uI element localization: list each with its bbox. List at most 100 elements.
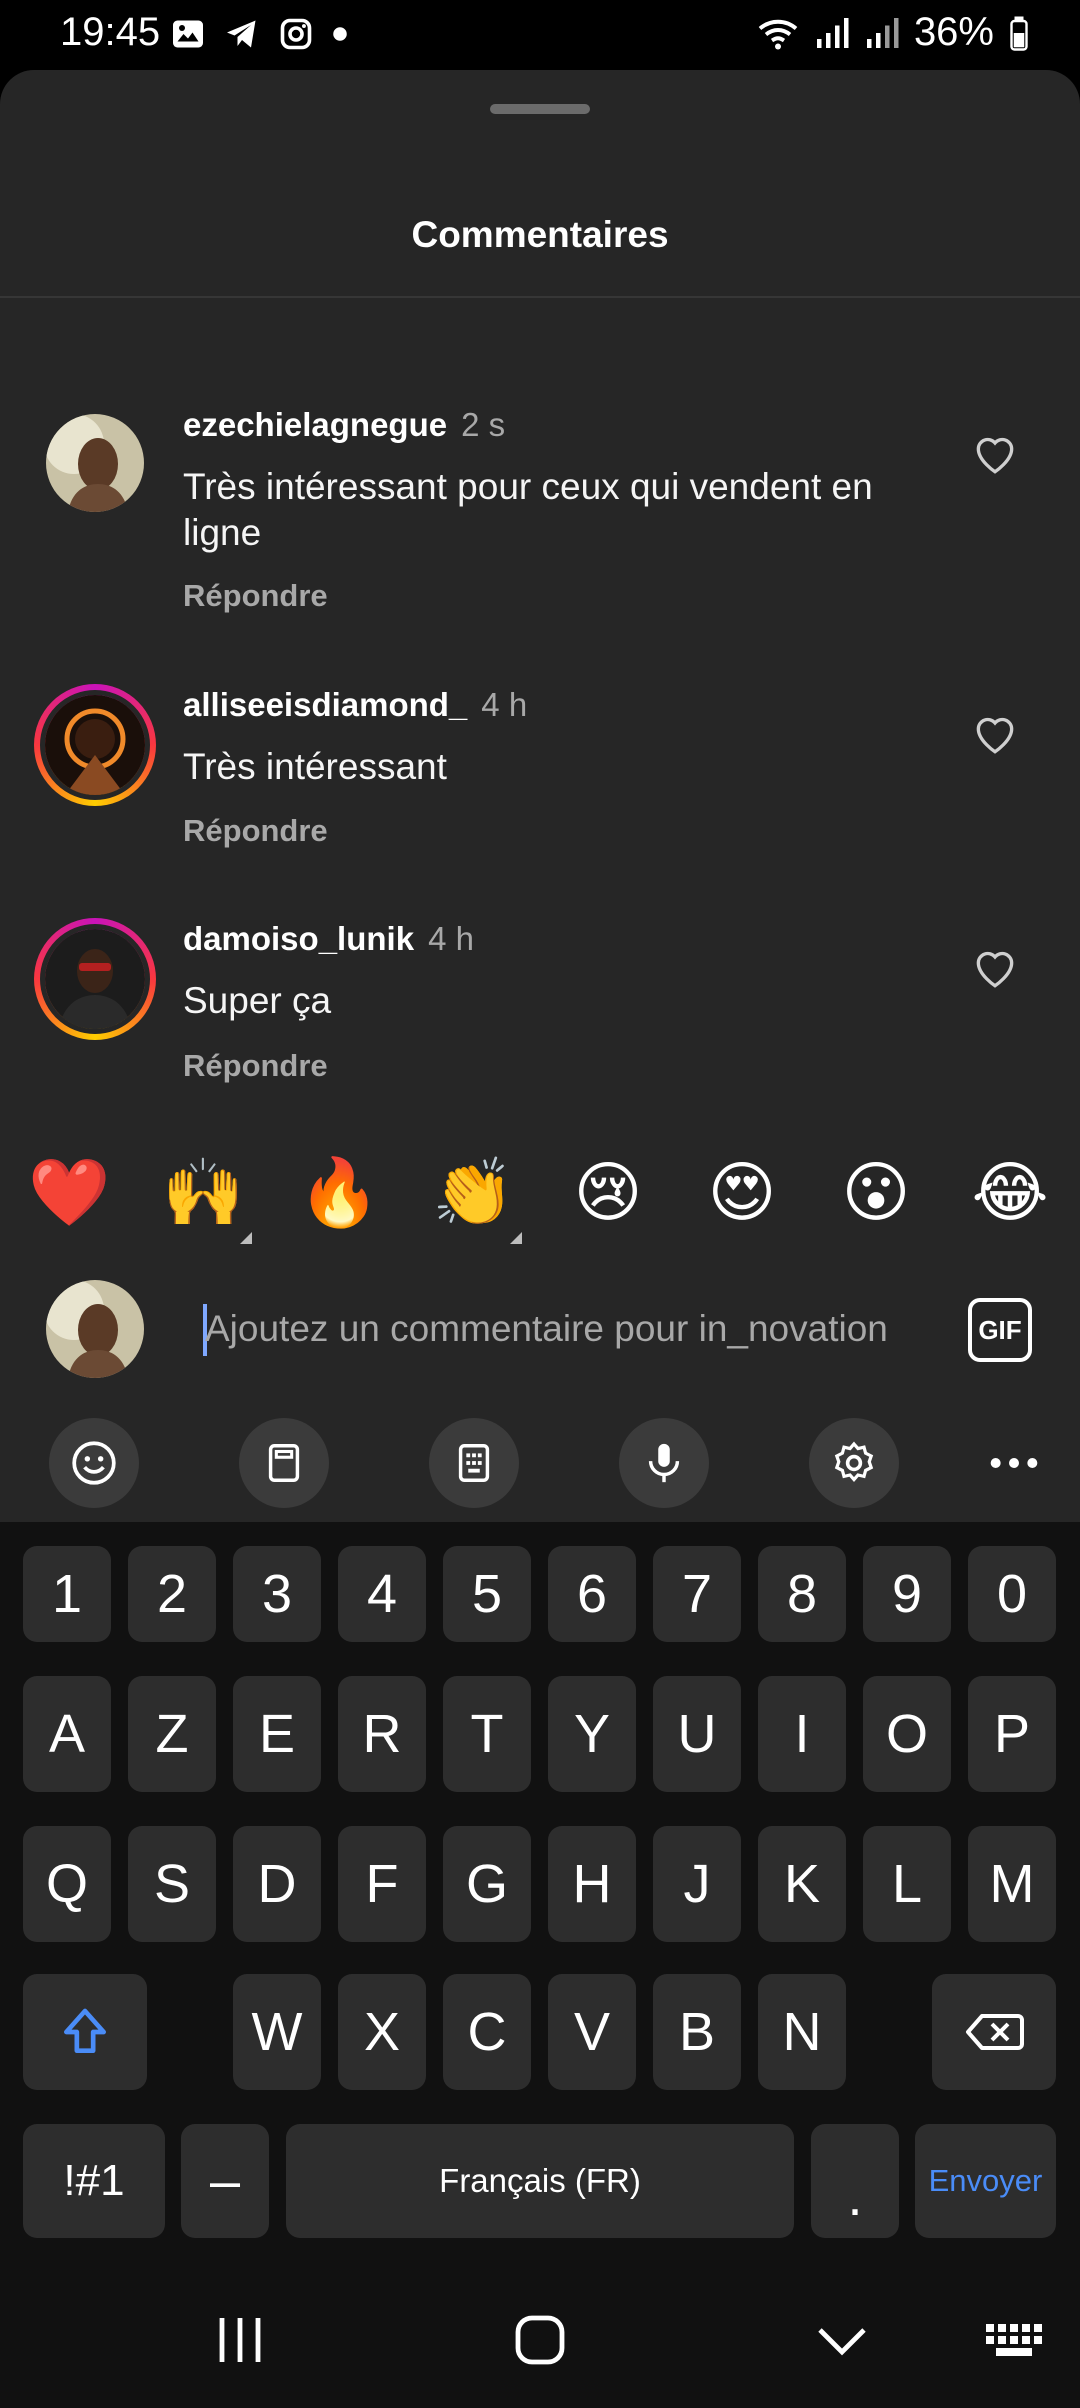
skin-tone-indicator <box>240 1232 252 1244</box>
key-5[interactable]: 5 <box>443 1546 531 1642</box>
key-n[interactable]: N <box>758 1974 846 2090</box>
battery-percent: 36% <box>913 10 994 54</box>
keyboard-settings-button[interactable] <box>809 1418 899 1508</box>
key-z[interactable]: Z <box>128 1676 216 1792</box>
current-user-avatar <box>46 1280 144 1378</box>
comment-list[interactable]: ezechielagnegue 2 s Très intéressant pour… <box>0 298 1080 1186</box>
emoji-fire-button[interactable]: 🔥 <box>298 1152 380 1232</box>
key-9[interactable]: 9 <box>863 1546 951 1642</box>
home-icon[interactable] <box>510 2312 570 2368</box>
avatar-photo <box>46 414 144 512</box>
shift-arrow-icon <box>63 2008 106 2053</box>
emoji-surprised-button[interactable]: 😮 <box>836 1152 916 1232</box>
key-w[interactable]: W <box>233 1974 321 2090</box>
emoji-laughing-button[interactable]: 😂 <box>970 1152 1050 1232</box>
one-handed-keyboard-icon <box>458 1444 490 1482</box>
key-7[interactable]: 7 <box>653 1546 741 1642</box>
key-d[interactable]: D <box>233 1826 321 1942</box>
key-j[interactable]: J <box>653 1826 741 1942</box>
keyboard-toolbar <box>0 1402 1080 1522</box>
key-6[interactable]: 6 <box>548 1546 636 1642</box>
gif-button[interactable]: GIF <box>968 1298 1032 1362</box>
key-i[interactable]: I <box>758 1676 846 1792</box>
key-x[interactable]: X <box>338 1974 426 2090</box>
key-4[interactable]: 4 <box>338 1546 426 1642</box>
comment-input-row: Ajoutez un commentaire pour in_novation … <box>0 1262 1080 1402</box>
comment-username[interactable]: alliseeisdiamond_ 4 h <box>183 686 527 724</box>
key-0[interactable]: 0 <box>968 1546 1056 1642</box>
key-3[interactable]: 3 <box>233 1546 321 1642</box>
reply-button[interactable]: Répondre <box>183 813 328 849</box>
recent-apps-icon[interactable] <box>210 2312 270 2368</box>
period-key[interactable]: . <box>811 2124 899 2238</box>
send-key[interactable]: Envoyer <box>915 2124 1056 2238</box>
comment-time: 4 h <box>428 920 474 957</box>
comment-text: Très intéressant <box>183 746 447 787</box>
key-t[interactable]: T <box>443 1676 531 1792</box>
clipboard-button[interactable] <box>239 1418 329 1508</box>
key-k[interactable]: K <box>758 1826 846 1942</box>
comment-time: 4 h <box>481 686 528 723</box>
comment-username[interactable]: ezechielagnegue 2 s <box>183 406 505 444</box>
key-b[interactable]: B <box>653 1974 741 2090</box>
key-u[interactable]: U <box>653 1676 741 1792</box>
key-o[interactable]: O <box>863 1676 951 1792</box>
like-heart-icon[interactable] <box>970 428 1020 478</box>
keyboard: 1 2 3 4 5 6 7 8 9 0 A Z E R T Y U I O P … <box>0 1522 1080 2272</box>
key-c[interactable]: C <box>443 1974 531 2090</box>
space-key[interactable]: Français (FR) <box>286 2124 794 2238</box>
like-heart-icon[interactable] <box>970 708 1020 758</box>
key-q[interactable]: Q <box>23 1826 111 1942</box>
keyboard-mode-button[interactable] <box>429 1418 519 1508</box>
emoji-keyboard-button[interactable] <box>49 1418 139 1508</box>
microphone-icon <box>648 1443 680 1483</box>
dash-key[interactable]: – <box>181 2124 269 2238</box>
key-1[interactable]: 1 <box>23 1546 111 1642</box>
emoji-icon <box>72 1441 116 1485</box>
key-s[interactable]: S <box>128 1826 216 1942</box>
keyboard-switch-icon[interactable] <box>984 2312 1044 2368</box>
key-r[interactable]: R <box>338 1676 426 1792</box>
signal-icon-2 <box>866 17 899 48</box>
voice-input-button[interactable] <box>619 1418 709 1508</box>
emoji-heart-eyes-button[interactable]: 😍 <box>702 1152 782 1232</box>
avatar[interactable] <box>46 414 144 512</box>
shift-key[interactable] <box>23 1974 147 2090</box>
avatar-photo <box>46 1280 144 1378</box>
key-f[interactable]: F <box>338 1826 426 1942</box>
reply-button[interactable]: Répondre <box>183 1048 328 1084</box>
emoji-clap-button[interactable]: 👏 <box>432 1152 514 1232</box>
avatar-photo <box>45 695 145 795</box>
key-8[interactable]: 8 <box>758 1546 846 1642</box>
emoji-raising-hands-button[interactable]: 🙌 <box>162 1152 244 1232</box>
hide-keyboard-chevron-icon[interactable] <box>812 2312 872 2368</box>
backspace-icon <box>966 2014 1024 2050</box>
drag-handle[interactable] <box>490 104 590 114</box>
comment-input[interactable]: Ajoutez un commentaire pour in_novation <box>205 1308 888 1350</box>
comment-username[interactable]: damoiso_lunik 4 h <box>183 920 474 958</box>
more-icon <box>990 1458 1038 1468</box>
key-a[interactable]: A <box>23 1676 111 1792</box>
clipboard-icon <box>268 1444 300 1482</box>
backspace-key[interactable] <box>932 1974 1056 2090</box>
key-m[interactable]: M <box>968 1826 1056 1942</box>
reply-button[interactable]: Répondre <box>183 578 328 614</box>
battery-icon <box>1010 16 1028 51</box>
key-e[interactable]: E <box>233 1676 321 1792</box>
more-options-button[interactable] <box>969 1418 1059 1508</box>
status-bar: 19:45 36% <box>0 0 1080 70</box>
key-h[interactable]: H <box>548 1826 636 1942</box>
key-l[interactable]: L <box>863 1826 951 1942</box>
key-y[interactable]: Y <box>548 1676 636 1792</box>
symbols-key[interactable]: !#1 <box>23 2124 165 2238</box>
like-heart-icon[interactable] <box>970 942 1020 992</box>
key-2[interactable]: 2 <box>128 1546 216 1642</box>
key-p[interactable]: P <box>968 1676 1056 1792</box>
emoji-heart-button[interactable]: ❤️ <box>28 1152 110 1232</box>
key-v[interactable]: V <box>548 1974 636 2090</box>
status-time: 19:45 <box>60 10 161 54</box>
emoji-crying-button[interactable]: 😢 <box>568 1152 648 1232</box>
avatar-story-ring[interactable] <box>34 684 156 806</box>
avatar-story-ring[interactable] <box>34 918 156 1040</box>
key-g[interactable]: G <box>443 1826 531 1942</box>
